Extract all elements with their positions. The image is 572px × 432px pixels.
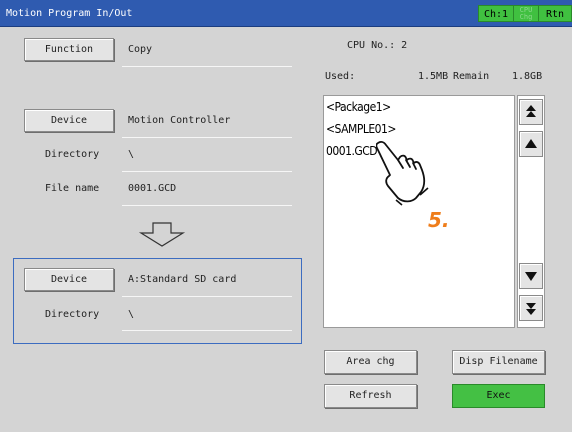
source-directory-label: Directory (45, 149, 100, 160)
double-arrow-down-icon (526, 303, 536, 315)
arrow-up-icon (525, 139, 537, 148)
source-directory-underline (122, 171, 292, 172)
source-device-button[interactable]: Device (24, 109, 114, 132)
destination-directory-value: \ (128, 309, 135, 320)
remain-value: 1.8GB (512, 71, 543, 82)
file-list-item[interactable]: <Package1> (326, 100, 391, 114)
scroll-down-button[interactable] (519, 263, 543, 289)
filename-underline (122, 205, 292, 206)
cpu-change-label-2: Chg (519, 13, 533, 21)
destination-directory-underline (122, 330, 292, 331)
remain-label: Remain (453, 71, 490, 82)
filename-label: File name (45, 183, 100, 194)
used-label: Used: (325, 71, 356, 82)
scroll-bottom-button[interactable] (519, 295, 543, 321)
filename-value: 0001.GCD (128, 183, 177, 194)
window-title: Motion Program In/Out (6, 8, 133, 19)
scrollbar[interactable] (517, 95, 545, 328)
area-change-button[interactable]: Area chg (324, 350, 417, 374)
pointing-hand-icon (376, 141, 429, 206)
return-button[interactable]: Rtn (538, 5, 572, 22)
arrow-down-small-icon (525, 272, 537, 281)
arrow-down-icon (138, 222, 186, 247)
exec-button[interactable]: Exec (452, 384, 545, 408)
cpu-number: CPU No.: 2 (347, 40, 408, 51)
cpu-change-button[interactable]: CPU Chg (514, 5, 538, 22)
channel-button[interactable]: Ch:1 (478, 5, 514, 22)
destination-directory-label: Directory (45, 309, 100, 320)
scroll-top-button[interactable] (519, 99, 543, 125)
function-button[interactable]: Function (24, 38, 114, 61)
double-arrow-up-icon (526, 105, 536, 117)
source-device-underline (122, 137, 292, 138)
display-filename-button[interactable]: Disp Filename (452, 350, 545, 374)
destination-device-value: A:Standard SD card (128, 274, 237, 285)
file-list[interactable]: <Package1> <SAMPLE01> 0001.GCD (323, 95, 515, 328)
refresh-button[interactable]: Refresh (324, 384, 417, 408)
destination-device-button[interactable]: Device (24, 268, 114, 291)
step-number: 5. (428, 208, 450, 232)
function-value: Copy (128, 44, 153, 55)
title-bar: Motion Program In/Out Ch:1 CPU Chg Rtn (0, 0, 572, 27)
source-directory-value: \ (128, 149, 135, 160)
destination-device-underline (122, 296, 292, 297)
scroll-up-button[interactable] (519, 131, 543, 157)
used-value: 1.5MB (418, 71, 449, 82)
function-underline (122, 66, 292, 67)
file-list-item[interactable]: <SAMPLE01> (326, 122, 396, 136)
file-list-item[interactable]: 0001.GCD (326, 144, 378, 158)
source-device-value: Motion Controller (128, 115, 231, 126)
